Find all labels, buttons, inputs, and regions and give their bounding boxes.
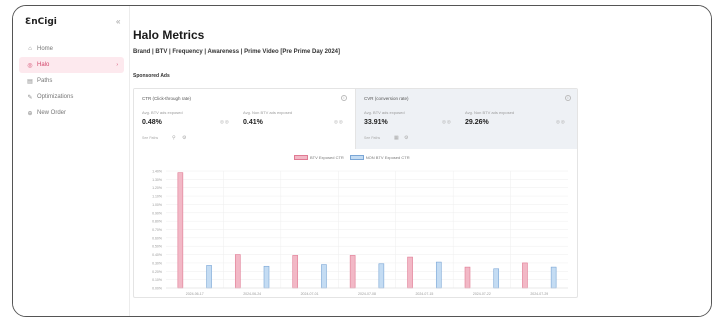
cvr-btv-metric: Avg. BTV ads exposed 33.91% [364,110,405,126]
metric-controls-icon[interactable]: ◎◎ [556,119,566,125]
bar-non-btv-ctr [321,264,327,289]
metric-label: Avg. Non BTV ads exposed [465,110,515,115]
sidebar: ƐnCigi « ⌂ Home ◎ Halo › ▤ Paths ✎ Optimizations… [13,6,130,316]
y-tick-label: 0.40% [152,253,162,257]
x-tick-label: 2024-07-15 [415,292,433,296]
bar-non-btv-ctr [493,268,500,289]
ctr-non-btv-metric: Avg. Non BTV ads exposed 0.41% [243,110,292,126]
bar-btv-ctr [292,255,299,289]
y-tick-label: 1.30% [152,178,162,182]
y-tick-label: 0.70% [152,228,162,232]
bar-non-btv-ctr [206,265,212,289]
x-tick-label: 2024-07-08 [358,292,376,296]
see-paths-link[interactable]: See Paths [142,136,158,140]
see-paths-link[interactable]: See Paths [364,136,380,140]
legend-label-non-btv: NON BTV Exposed CTR [365,155,410,160]
settings-icon[interactable]: ⚙ [404,135,408,141]
app-logo[interactable]: ƐnCigi [25,17,57,27]
y-tick-label: 0.60% [152,236,162,240]
ctr-chart: BTV Exposed CTR NON BTV Exposed CTR 1.40… [134,149,577,297]
metric-controls-icon[interactable]: ◎◎ [442,119,452,125]
home-icon: ⌂ [28,46,32,52]
legend-swatch-btv [294,155,308,161]
bar-non-btv-ctr [435,261,442,289]
metrics-card: CTR (Click-through rate) i Avg. BTV ads … [133,88,578,298]
bar-btv-ctr [464,266,471,289]
bar-chart-svg: 1.40% 1.30% 1.20% 1.10% 1.00% 0.90% 0.80% 0.70%… [152,170,568,296]
y-tick-label: 0.00% [152,287,162,291]
new-order-icon: ⊕ [27,110,33,117]
metric-value: 0.48% [142,119,162,126]
bar-btv-ctr [177,172,184,289]
chevron-right-icon: › [116,62,118,68]
sidebar-item-new-order[interactable]: ⊕ New Order [19,105,124,121]
sidebar-item-label: Home [37,46,54,52]
y-tick-label: 0.10% [152,278,162,282]
y-tick-label: 1.20% [152,186,162,190]
legend-swatch-non-btv [349,155,364,161]
metric-value: 0.41% [243,119,263,126]
metric-label: Avg. BTV ads exposed [142,110,183,115]
bar-btv-ctr [522,262,528,289]
legend-item-btv[interactable]: BTV Exposed CTR [294,155,344,161]
sidebar-item-label: Halo [37,62,50,68]
metric-controls-icon[interactable]: ◎◎ [334,119,344,125]
sidebar-item-label: Paths [37,78,53,84]
sidebar-item-halo[interactable]: ◎ Halo › [19,57,124,73]
section-label: Sponsored Ads [133,73,170,79]
x-tick-label: 2024-07-22 [473,292,491,296]
ctr-title: CTR (Click-through rate) [142,96,192,101]
cvr-non-btv-metric: Avg. Non BTV ads exposed 29.26% [465,110,514,126]
optimizations-icon: ✎ [27,94,33,101]
y-tick-label: 0.80% [152,220,162,224]
table-icon[interactable]: ▦ [394,135,399,141]
cvr-panel[interactable]: CVR (conversion rate) i Avg. BTV ads exp… [356,89,577,149]
info-icon[interactable]: i [565,95,571,101]
ctr-btv-metric: Avg. BTV ads exposed 0.48% [142,110,183,126]
y-tick-label: 1.10% [152,195,162,199]
bar-btv-ctr [407,256,413,289]
bar-non-btv-ctr [378,263,385,289]
metric-label: Avg. Non BTV ads exposed [243,110,293,115]
collapse-sidebar-icon[interactable]: « [116,17,120,26]
legend-item-non-btv[interactable]: NON BTV Exposed CTR [349,155,410,161]
bar-non-btv-ctr [550,266,557,289]
ctr-panel[interactable]: CTR (Click-through rate) i Avg. BTV ads … [134,89,356,149]
info-icon[interactable]: i [341,95,347,101]
page-title: Halo Metrics [133,28,205,42]
x-tick-label: 2024-06-24 [243,292,261,296]
sidebar-item-paths[interactable]: ▤ Paths [19,73,124,89]
chart-legend: BTV Exposed CTR NON BTV Exposed CTR [294,155,410,161]
y-tick-label: 1.00% [152,203,162,207]
x-tick-label: 2024-07-29 [530,292,548,296]
sidebar-item-label: New Order [37,110,67,116]
metric-value: 33.91% [364,119,388,126]
location-icon[interactable]: ⚲ [172,135,176,141]
cvr-title: CVR (conversion rate) [364,96,409,101]
x-tick-label: 2024-07-01 [301,292,319,296]
paths-icon: ▤ [27,78,33,85]
page-subtitle: Brand | BTV | Frequency | Awareness | Pr… [133,49,341,55]
halo-icon: ◎ [27,62,33,69]
bar-btv-ctr [349,255,356,289]
bar-non-btv-ctr [263,265,270,289]
sidebar-item-optimizations[interactable]: ✎ Optimizations [19,89,124,105]
legend-label-btv: BTV Exposed CTR [310,155,344,160]
y-tick-label: 0.90% [152,211,162,215]
sidebar-item-home[interactable]: ⌂ Home [19,41,124,57]
y-tick-label: 0.30% [152,261,162,265]
sidebar-item-label: Optimizations [37,94,74,100]
settings-icon[interactable]: ⚙ [182,135,186,141]
metric-label: Avg. BTV ads exposed [364,110,405,115]
y-tick-label: 0.50% [152,245,162,249]
y-tick-label: 0.20% [152,270,162,274]
bar-btv-ctr [234,254,241,289]
metric-value: 29.26% [465,119,489,126]
metric-controls-icon[interactable]: ◎◎ [220,119,230,125]
y-tick-label: 1.40% [152,170,162,174]
x-tick-label: 2024-06-17 [186,292,204,296]
sidebar-nav: ⌂ Home ◎ Halo › ▤ Paths ✎ Optimizations ⊕ New Orde… [19,41,124,121]
